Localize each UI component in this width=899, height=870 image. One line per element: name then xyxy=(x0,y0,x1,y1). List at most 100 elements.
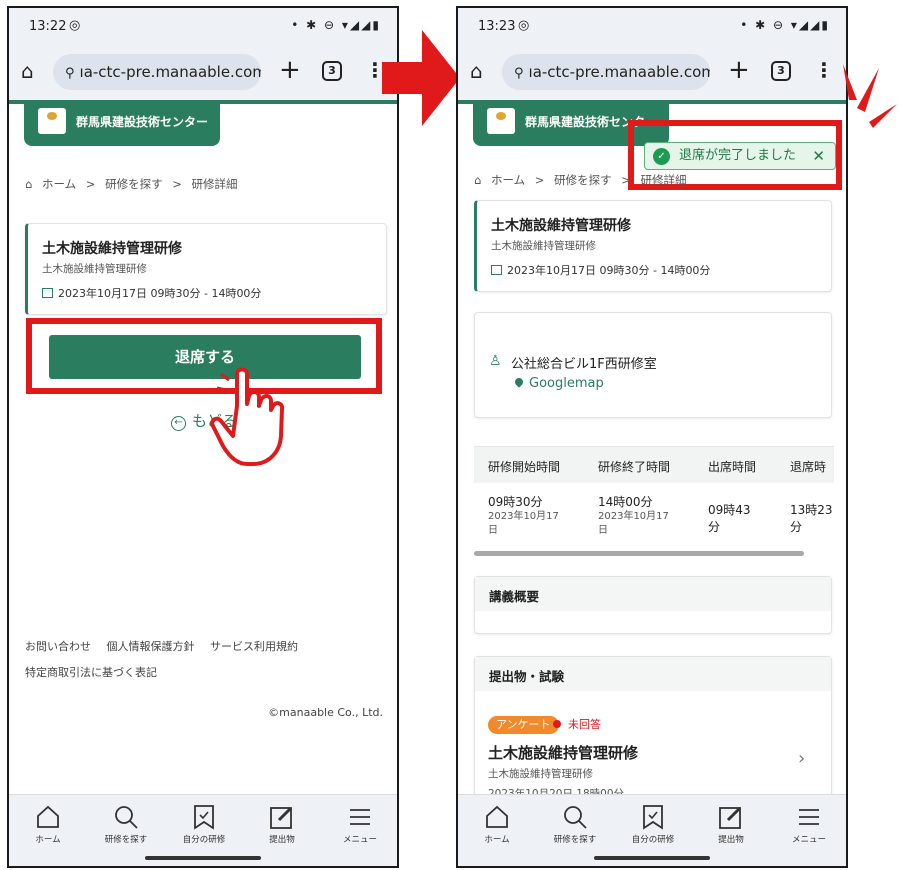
task-subtitle: 土木施設維持管理研修 xyxy=(488,768,593,780)
attend-time: 09時43 xyxy=(708,503,751,517)
header-end: 研修終了時間 xyxy=(598,460,671,474)
url-field[interactable]: ⚲ ıa-ctc-pre.manaable.com xyxy=(502,54,710,90)
brand-header[interactable]: 群馬県建設技術センター xyxy=(24,100,220,146)
leave-time-suffix: 分 xyxy=(790,520,803,534)
status-bar: 13:23 ◎ • ✱ ⊖ ▾◢◢▮ xyxy=(458,8,846,46)
home-icon xyxy=(458,803,536,831)
nav-menu[interactable]: メニュー xyxy=(321,803,397,845)
check-circle-icon: ✓ xyxy=(653,148,670,165)
attendance-table: 研修開始時間 研修終了時間 出席時間 退席時 09時30分 2023年10月17… xyxy=(474,446,834,556)
home-icon xyxy=(9,803,87,831)
breadcrumb-search[interactable]: 研修を探す xyxy=(105,177,163,191)
system-icons: • ✱ ⊖ ▾◢◢▮ xyxy=(291,18,381,32)
browser-home-icon[interactable]: ⌂ xyxy=(21,60,43,82)
nav-my-courses-label: 自分の研修 xyxy=(182,835,226,845)
edit-icon xyxy=(692,803,770,831)
nav-search[interactable]: 研修を探す xyxy=(536,803,614,845)
breadcrumb-home-icon: ⌂ xyxy=(25,177,33,191)
system-icons: • ✱ ⊖ ▾◢◢▮ xyxy=(740,18,830,32)
start-date: 2023年10月17 xyxy=(488,511,559,522)
breadcrumb-search[interactable]: 研修を探す xyxy=(554,173,612,187)
back-arrow-icon: ← xyxy=(171,416,186,431)
googlemap-link[interactable]: Googlemap xyxy=(515,376,604,391)
success-toast: ✓ 退席が完了しました ✕ xyxy=(644,142,836,170)
url-field[interactable]: ⚲ ıa-ctc-pre.manaable.com xyxy=(53,54,261,90)
start-date-suffix: 日 xyxy=(488,525,498,536)
task-title[interactable]: 土木施設維持管理研修 xyxy=(488,742,638,763)
site-settings-icon[interactable]: ⚲ xyxy=(514,66,524,81)
tab-count-button[interactable]: 3 xyxy=(322,61,342,81)
breadcrumb-home[interactable]: ホーム xyxy=(42,177,76,191)
breadcrumb-home[interactable]: ホーム xyxy=(491,173,525,187)
header-attend: 出席時間 xyxy=(708,460,757,474)
phone-before: 13:22 ◎ • ✱ ⊖ ▾◢◢▮ ⌂ ⚲ ıa-ctc-pre.manaabl… xyxy=(7,6,399,868)
submissions-title: 提出物・試験 xyxy=(489,669,565,684)
course-subtitle: 土木施設維持管理研修 xyxy=(491,240,596,252)
course-subtitle: 土木施設維持管理研修 xyxy=(42,263,147,275)
course-title: 土木施設維持管理研修 xyxy=(491,218,631,234)
lecture-overview-section: 講義概要 xyxy=(474,576,832,634)
footer-commerce-link[interactable]: 特定商取引法に基づく表記 xyxy=(25,666,157,679)
location-card: ♙ 公社総合ビル1F西研修室 Googlemap xyxy=(474,312,832,418)
footer-links: お問い合わせ 個人情報保護方針 サービス利用規約 xyxy=(25,638,310,654)
breadcrumb: ⌂ ホーム > 研修を探す > 研修詳細 xyxy=(25,176,244,192)
browser-home-icon[interactable]: ⌂ xyxy=(470,60,492,82)
nav-home[interactable]: ホーム xyxy=(9,803,87,845)
course-card: 土木施設維持管理研修 土木施設維持管理研修 2023年10月17日 09時30分… xyxy=(25,223,387,315)
end-date: 2023年10月17 xyxy=(598,511,669,522)
new-tab-icon[interactable]: + xyxy=(728,56,750,84)
nav-my-courses[interactable]: 自分の研修 xyxy=(614,803,692,845)
footer-privacy-link[interactable]: 個人情報保護方針 xyxy=(107,640,195,653)
tutorial-stage: 13:22 ◎ • ✱ ⊖ ▾◢◢▮ ⌂ ⚲ ıa-ctc-pre.manaabl… xyxy=(0,0,899,870)
bookmark-icon xyxy=(165,803,243,831)
leave-time: 13時23 xyxy=(790,503,833,517)
table-scrollbar[interactable] xyxy=(474,551,804,556)
close-icon[interactable]: ✕ xyxy=(812,143,825,169)
nav-submissions[interactable]: 提出物 xyxy=(692,803,770,845)
edit-icon xyxy=(243,803,321,831)
breadcrumb-current: 研修詳細 xyxy=(640,173,687,187)
course-date: 2023年10月17日 09時30分 - 14時00分 xyxy=(491,262,710,278)
nav-submissions[interactable]: 提出物 xyxy=(243,803,321,845)
calendar-icon xyxy=(42,288,53,298)
status-alarm-icon: ◎ xyxy=(69,18,81,33)
venue-name: 公社総合ビル1F西研修室 xyxy=(511,357,657,372)
brand-logo xyxy=(487,108,515,134)
end-date-suffix: 日 xyxy=(598,525,608,536)
search-icon xyxy=(536,803,614,831)
nav-submissions-label: 提出物 xyxy=(718,835,744,845)
nav-search-label: 研修を探す xyxy=(553,835,597,845)
nav-search[interactable]: 研修を探す xyxy=(87,803,165,845)
nav-my-courses[interactable]: 自分の研修 xyxy=(165,803,243,845)
location-pin-icon: ♙ xyxy=(489,353,502,369)
bottom-nav: ホーム 研修を探す 自分の研修 提出物 メニュー xyxy=(458,794,846,866)
phone-after: 13:23 ◎ • ✱ ⊖ ▾◢◢▮ ⌂ ⚲ ıa-ctc-pre.manaabl… xyxy=(456,6,848,868)
search-icon xyxy=(87,803,165,831)
nav-home-label: ホーム xyxy=(484,835,510,845)
chevron-right-icon[interactable]: › xyxy=(798,748,805,769)
nav-my-courses-label: 自分の研修 xyxy=(631,835,675,845)
bookmark-icon xyxy=(614,803,692,831)
footer-contact-link[interactable]: お問い合わせ xyxy=(25,640,91,653)
attention-burst-icon xyxy=(843,64,897,128)
breadcrumb-sep: > xyxy=(172,177,182,191)
nav-menu[interactable]: メニュー xyxy=(770,803,846,845)
nav-home[interactable]: ホーム xyxy=(458,803,536,845)
copyright: ©manaable Co., Ltd. xyxy=(268,706,383,719)
site-settings-icon[interactable]: ⚲ xyxy=(65,66,75,81)
course-card: 土木施設維持管理研修 土木施設維持管理研修 2023年10月17日 09時30分… xyxy=(474,200,832,292)
brand-name: 群馬県建設技術センター xyxy=(76,115,209,129)
gesture-bar xyxy=(145,856,261,860)
new-tab-icon[interactable]: + xyxy=(279,56,301,84)
course-date: 2023年10月17日 09時30分 - 14時00分 xyxy=(42,285,261,301)
menu-icon xyxy=(321,803,397,831)
breadcrumb-sep: > xyxy=(621,173,631,187)
footer-terms-link[interactable]: サービス利用規約 xyxy=(210,640,298,653)
tab-count-button[interactable]: 3 xyxy=(771,61,791,81)
status-time: 13:22 xyxy=(29,19,67,34)
right-arrow-icon xyxy=(382,30,460,126)
footer-links-row2: 特定商取引法に基づく表記 xyxy=(25,664,169,680)
gesture-bar xyxy=(594,856,710,860)
status-dot xyxy=(553,720,561,728)
more-menu-icon[interactable]: ⋮ xyxy=(814,58,834,82)
